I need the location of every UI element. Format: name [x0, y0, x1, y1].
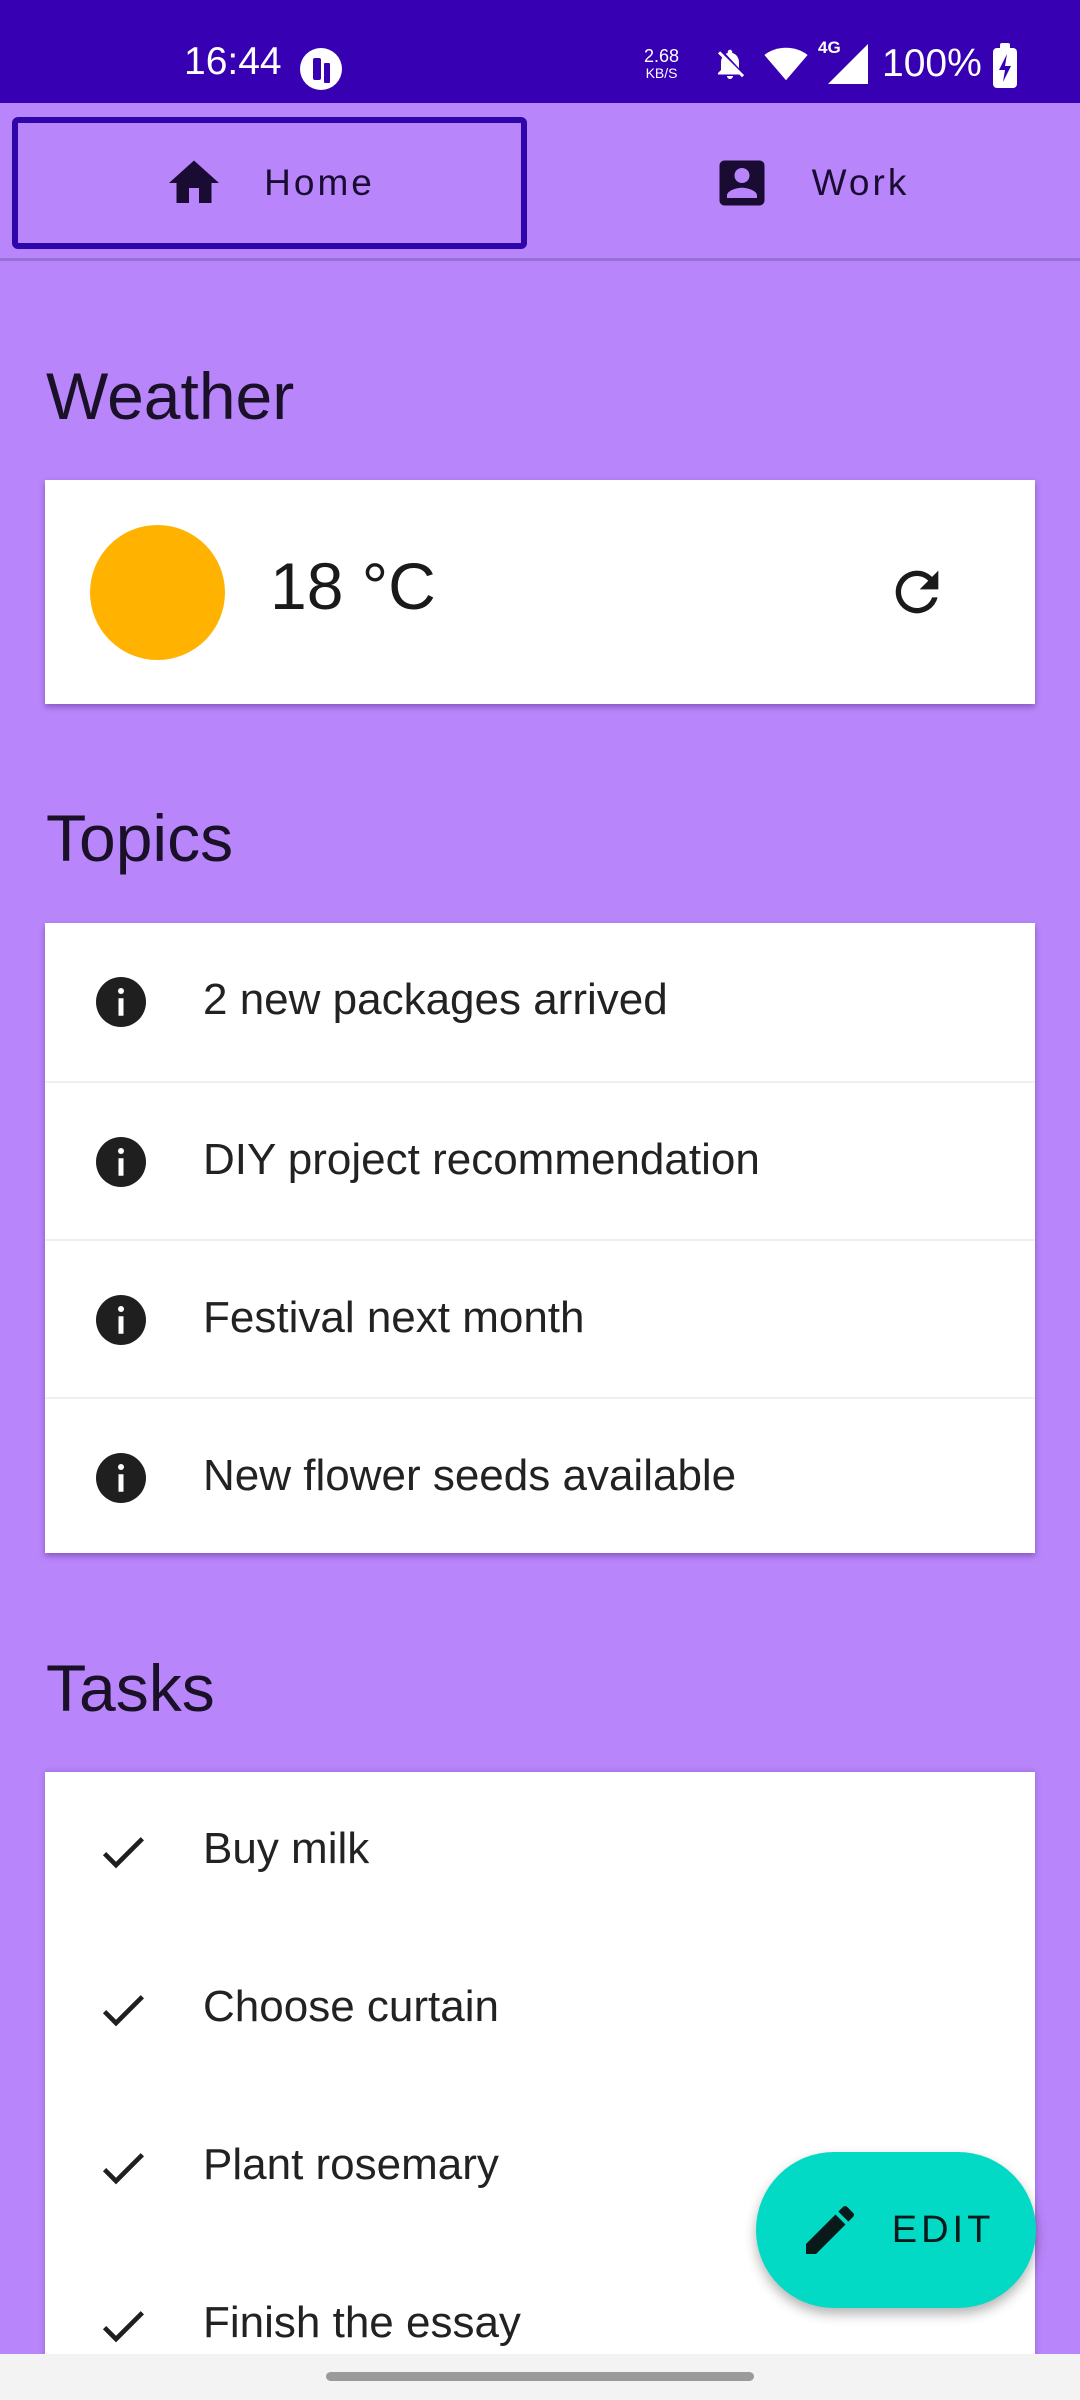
- wifi-icon: [764, 47, 808, 81]
- info-icon: [96, 1453, 146, 1503]
- topic-item[interactable]: Festival next month: [45, 1239, 1035, 1397]
- edit-fab-label: EDIT: [891, 2208, 995, 2251]
- net-speed-unit: KB/S: [645, 65, 678, 81]
- temperature-value: 18 °C: [270, 549, 436, 623]
- sun-icon: [90, 525, 225, 660]
- net-speed: 2.68 KB/S: [644, 46, 680, 82]
- tab-work[interactable]: Work: [553, 117, 1068, 249]
- info-icon: [96, 1295, 146, 1345]
- system-nav-bar: [0, 2354, 1080, 2400]
- topic-text: Festival next month: [203, 1293, 585, 1342]
- topic-text: 2 new packages arrived: [203, 975, 668, 1024]
- tab-work-label: Work: [811, 162, 910, 203]
- info-icon: [96, 1137, 146, 1187]
- gesture-handle[interactable]: [326, 2372, 754, 2381]
- task-text: Choose curtain: [203, 1982, 499, 2031]
- check-icon: [102, 2153, 144, 2185]
- battery-percent: 100%: [882, 42, 982, 85]
- task-item[interactable]: Choose curtain: [45, 1930, 1035, 2088]
- topic-item[interactable]: New flower seeds available: [45, 1397, 1035, 1555]
- net-speed-value: 2.68: [644, 46, 680, 66]
- topic-text: New flower seeds available: [203, 1451, 737, 1500]
- tab-bar: Home Work: [0, 103, 1080, 261]
- edit-fab-button[interactable]: EDIT: [756, 2152, 1036, 2308]
- check-icon: [102, 2311, 144, 2343]
- bell-off-icon: [718, 49, 745, 79]
- status-time: 16:44: [184, 40, 282, 83]
- topics-card: 2 new packages arrived DIY project recom…: [45, 923, 1035, 1553]
- task-text: Finish the essay: [203, 2298, 521, 2347]
- topic-text: DIY project recommendation: [203, 1135, 760, 1184]
- status-bar: 16:44 2.68 KB/S 4G 100%: [0, 0, 1080, 103]
- tab-home[interactable]: Home: [12, 117, 527, 249]
- tab-home-label: Home: [264, 162, 375, 203]
- task-item[interactable]: Buy milk: [45, 1772, 1035, 1930]
- status-icons: 4G: [712, 38, 868, 84]
- battery-charging-icon: [993, 43, 1017, 88]
- check-icon: [102, 1837, 144, 1869]
- signal-type-label: 4G: [818, 38, 841, 57]
- weather-section-title: Weather: [46, 359, 295, 433]
- contact-card-icon: [719, 160, 765, 206]
- weather-card: 18 °C: [45, 480, 1035, 704]
- task-text: Buy milk: [203, 1824, 370, 1873]
- refresh-icon[interactable]: [885, 560, 949, 624]
- topic-item[interactable]: 2 new packages arrived: [45, 923, 1035, 1081]
- pencil-icon: [805, 2205, 854, 2254]
- tasks-section-title: Tasks: [46, 1651, 215, 1725]
- info-icon: [96, 977, 146, 1027]
- home-icon: [169, 160, 220, 203]
- cell-signal-icon: 4G: [818, 38, 868, 84]
- check-icon: [102, 1995, 144, 2027]
- topic-item[interactable]: DIY project recommendation: [45, 1081, 1035, 1239]
- topics-section-title: Topics: [46, 801, 234, 875]
- app-badge-icon: [300, 48, 342, 90]
- task-text: Plant rosemary: [203, 2140, 499, 2189]
